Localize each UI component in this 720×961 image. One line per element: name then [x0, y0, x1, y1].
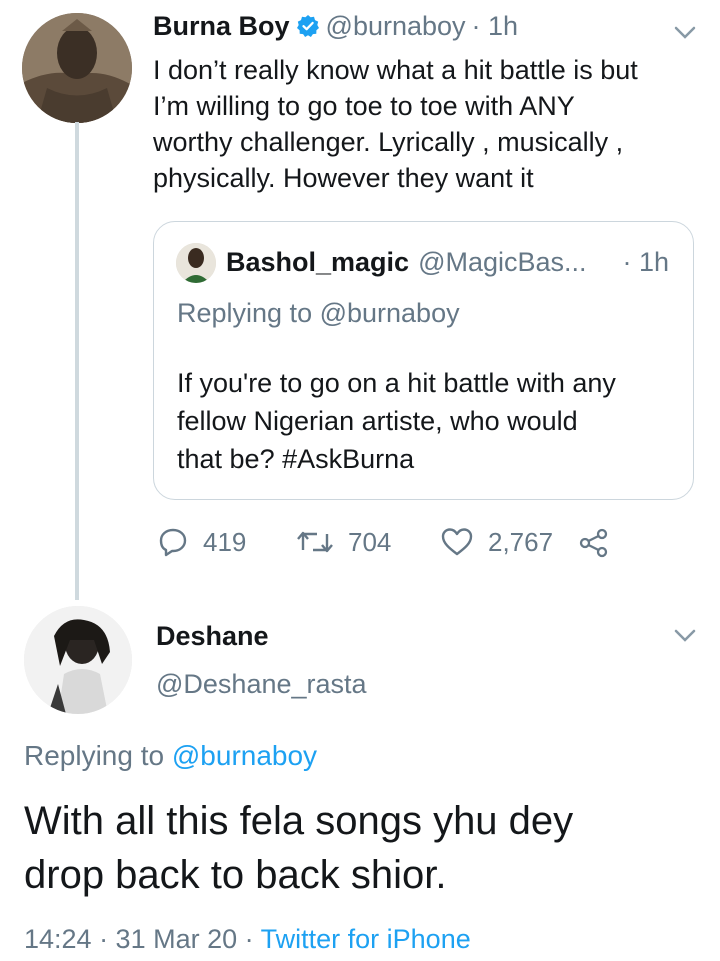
like-button[interactable]: 2,767	[440, 526, 553, 558]
reply-author-handle[interactable]: @Deshane_rasta	[156, 669, 367, 700]
share-icon	[579, 528, 608, 558]
quoted-author-avatar	[176, 243, 216, 283]
reply-replying-prefix: Replying to	[24, 740, 172, 771]
author-name[interactable]: Burna Boy	[153, 11, 290, 42]
tweet-time[interactable]: · 1h	[472, 11, 519, 42]
reply-text: With all this fela songs yhu dey drop ba…	[24, 799, 574, 897]
verified-badge-icon	[296, 14, 320, 38]
reply-meta: 14:24 · 31 Mar 20 · Twitter for iPhone	[24, 924, 471, 955]
chevron-down-icon[interactable]	[674, 629, 696, 648]
like-icon	[441, 528, 473, 556]
quoted-tweet-text: If you're to go on a hit battle with any…	[177, 368, 616, 474]
chevron-down-icon[interactable]	[674, 26, 696, 45]
quoted-replying-handle: @burnaboy	[319, 298, 460, 328]
thread-connector-line	[75, 122, 79, 600]
reply-count: 419	[203, 526, 247, 557]
author-avatar[interactable]	[22, 13, 132, 123]
quoted-author-handle: @MagicBas...	[418, 246, 587, 277]
quoted-author-name: Bashol_magic	[226, 246, 410, 277]
avatar-image	[22, 13, 132, 123]
retweet-button[interactable]: 704	[296, 526, 391, 558]
quoted-replying-to: Replying to @burnaboy	[177, 298, 460, 329]
reply-avatar-image	[24, 606, 132, 714]
retweet-icon	[297, 531, 333, 553]
author-handle[interactable]: @burnaboy	[326, 11, 466, 42]
like-count: 2,767	[488, 526, 554, 557]
tweet-header: Burna Boy @burnaboy · 1h	[153, 10, 518, 42]
reply-timestamp: 14:24 · 31 Mar 20 ·	[24, 924, 261, 954]
reply-replying-to: Replying to @burnaboy	[24, 740, 317, 772]
reply-author-avatar[interactable]	[24, 606, 132, 714]
quoted-replying-prefix: Replying to	[177, 298, 320, 328]
tweet-text: I don’t really know what a hit battle is…	[153, 55, 638, 193]
reply-button[interactable]: 419	[157, 526, 246, 558]
reply-source-link[interactable]: Twitter for iPhone	[261, 924, 471, 954]
share-button[interactable]	[578, 528, 610, 563]
quoted-tweet-header: Bashol_magic @MagicBas... · 1h	[226, 245, 681, 279]
reply-author-name[interactable]: Deshane	[156, 621, 269, 652]
retweet-count: 704	[348, 526, 392, 557]
reply-replying-handle[interactable]: @burnaboy	[172, 740, 317, 771]
reply-icon	[159, 528, 187, 557]
quoted-tweet-time: · 1h	[622, 246, 669, 277]
